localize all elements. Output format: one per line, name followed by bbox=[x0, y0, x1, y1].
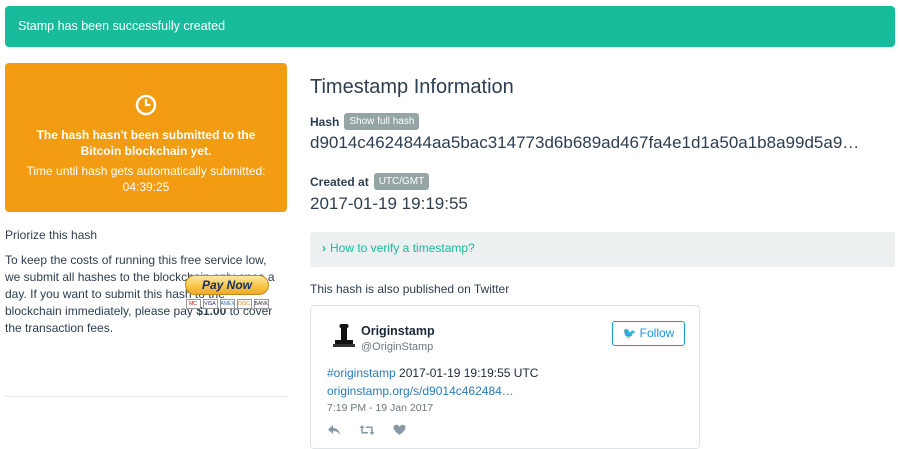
retweet-icon[interactable] bbox=[359, 424, 375, 436]
follow-label: Follow bbox=[639, 326, 675, 340]
created-label-row: Created at UTC/GMT bbox=[310, 173, 895, 190]
pay-now-button[interactable]: Pay Now bbox=[185, 275, 269, 295]
countdown-label: Time until hash gets automatically submi… bbox=[26, 164, 266, 178]
tweet-body: 2017-01-19 19:19:55 UTC bbox=[395, 366, 539, 380]
timezone-badge[interactable]: UTC/GMT bbox=[373, 173, 430, 190]
created-value: 2017-01-19 19:19:55 bbox=[310, 194, 468, 213]
tweet-actions bbox=[327, 424, 406, 436]
twitter-bird-icon: 🐦 bbox=[622, 328, 637, 340]
card-logo-mc: MC bbox=[185, 299, 201, 309]
timestamp-info-panel: Timestamp Information Hash Show full has… bbox=[310, 76, 895, 449]
verify-timestamp-toggle[interactable]: › How to verify a timestamp? bbox=[310, 232, 895, 267]
section-title: Timestamp Information bbox=[310, 76, 514, 98]
tweet-date[interactable]: 7:19 PM - 19 Jan 2017 bbox=[327, 402, 433, 414]
card-logo-bank: BANK bbox=[253, 299, 269, 309]
follow-button[interactable]: 🐦 Follow bbox=[612, 321, 685, 346]
tweet-author-handle[interactable]: @OriginStamp bbox=[361, 341, 433, 353]
show-full-hash-button[interactable]: Show full hash bbox=[344, 113, 420, 130]
payment-cards: MC VISA AMEX DISC BANK bbox=[182, 299, 272, 309]
status-message: The hash hasn't been submitted to the Bi… bbox=[36, 128, 256, 158]
hash-value: d9014c4624844aa5bac314773d6b689ad467fa4e… bbox=[310, 133, 860, 152]
hash-label: Hash bbox=[310, 114, 340, 129]
clock-icon bbox=[135, 94, 157, 116]
card-logo-visa: VISA bbox=[202, 299, 218, 309]
like-icon[interactable] bbox=[393, 424, 406, 436]
alert-message: Stamp has been successfully created bbox=[18, 19, 226, 33]
left-divider bbox=[5, 396, 287, 397]
tweet-text: #originstamp 2017-01-19 19:19:55 UTC ori… bbox=[327, 364, 538, 400]
card-logo-discover: DISC bbox=[236, 299, 252, 309]
stamp-avatar-icon[interactable] bbox=[329, 321, 359, 351]
countdown-value: 04:39:25 bbox=[122, 180, 170, 194]
paypal-paynow[interactable]: Pay Now MC VISA AMEX DISC BANK bbox=[182, 275, 272, 313]
tweet-hashtag[interactable]: #originstamp bbox=[327, 366, 396, 380]
submission-status-box: The hash hasn't been submitted to the Bi… bbox=[5, 63, 287, 212]
verify-link[interactable]: How to verify a timestamp? bbox=[330, 241, 475, 255]
priorize-title: Priorize this hash bbox=[5, 228, 98, 242]
card-logo-amex: AMEX bbox=[219, 299, 235, 309]
chevron-right-icon: › bbox=[322, 241, 326, 255]
reply-icon[interactable] bbox=[327, 424, 341, 436]
hash-label-row: Hash Show full hash bbox=[310, 113, 895, 130]
tweet-link[interactable]: originstamp.org/s/d9014c462484… bbox=[327, 384, 514, 398]
created-label: Created at bbox=[310, 174, 369, 189]
success-alert: Stamp has been successfully created bbox=[5, 6, 895, 47]
embedded-tweet: Originstamp @OriginStamp 🐦 Follow #origi… bbox=[310, 305, 700, 449]
tweet-author-name[interactable]: Originstamp bbox=[361, 324, 435, 338]
twitter-label: This hash is also published on Twitter bbox=[310, 282, 510, 296]
